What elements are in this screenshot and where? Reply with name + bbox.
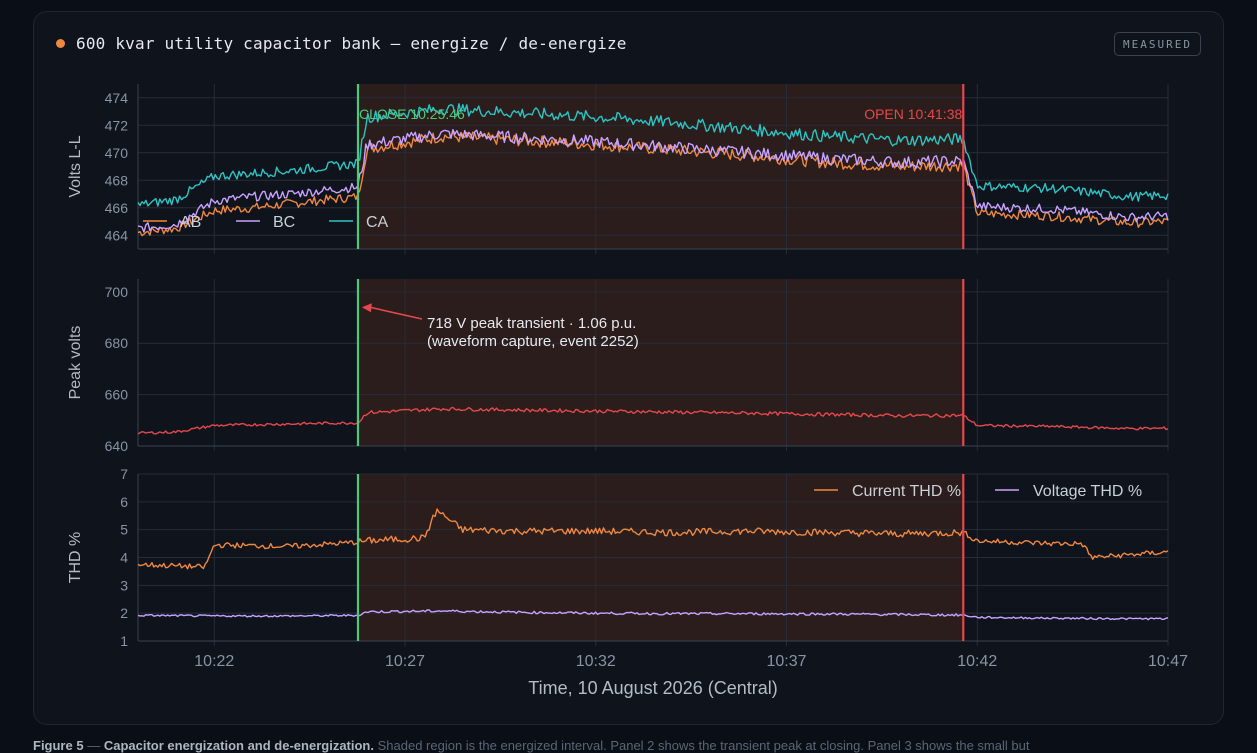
y-axis-label: Peak volts [67,326,84,400]
x-tick-label: 10:37 [766,653,806,670]
y-tick-label: 466 [105,200,129,216]
panel-1: 464 466 468 470 472 474 Volts L-L CLOSE 10:25:4… [67,84,1169,254]
figure-caption: Figure 5 — Capacitor energization and de… [33,738,1030,753]
y-tick-label: 3 [120,577,128,593]
y-tick-label: 1 [120,633,128,649]
annotation-line-1: 718 V peak transient · 1.06 p.u. [427,315,636,332]
x-tick-label: 10:22 [194,653,234,670]
y-tick-label: 468 [105,172,129,188]
close-event-label: CLOSE 10:25:46 [359,106,465,122]
y-tick-label: 470 [105,145,129,161]
caption-title: Capacitor energization and de-energizati… [103,738,374,753]
y-tick-label: 474 [105,90,129,106]
y-tick-label: 640 [105,438,129,454]
legend-label: Current THD % [852,483,961,500]
y-tick-label: 680 [105,335,129,351]
y-axis-label: THD % [67,532,84,584]
y-tick-label: 7 [120,466,128,482]
energized-shade [357,279,964,446]
x-tick-label: 10:32 [576,653,616,670]
panel-3: 1 2 3 4 5 6 7 THD % Current THD % Voltage THD % 10… [67,466,1188,698]
y-tick-label: 6 [120,494,128,510]
legend-label: Voltage THD % [1033,483,1142,500]
caption-text: Shaded region is the energized interval.… [377,738,1030,753]
x-tick-label: 10:42 [957,653,997,670]
legend-label: BC [273,214,295,231]
x-axis-label: Time, 10 August 2026 (Central) [528,678,777,698]
legend-label: AB [180,214,201,231]
caption-label: Figure 5 [33,738,84,753]
legend-label: CA [366,214,389,231]
y-tick-label: 2 [120,605,128,621]
y-tick-label: 5 [120,522,128,538]
x-tick-label: 10:27 [385,653,425,670]
panel-2: 640 660 680 700 Peak volts 718 V peak transie… [67,279,1169,454]
x-tick-label: 10:47 [1148,653,1188,670]
open-event-label: OPEN 10:41:38 [864,106,962,122]
y-tick-label: 700 [105,284,129,300]
chart-figure: 464466468470472474Volts L-LCLOSE 10:25:4… [67,84,1188,698]
y-tick-label: 4 [120,550,128,566]
y-axis-label: Volts L-L [67,135,84,197]
annotation-line-2: (waveform capture, event 2252) [427,333,639,350]
y-tick-label: 472 [105,117,129,133]
y-tick-label: 660 [105,387,129,403]
y-tick-label: 464 [105,227,129,243]
